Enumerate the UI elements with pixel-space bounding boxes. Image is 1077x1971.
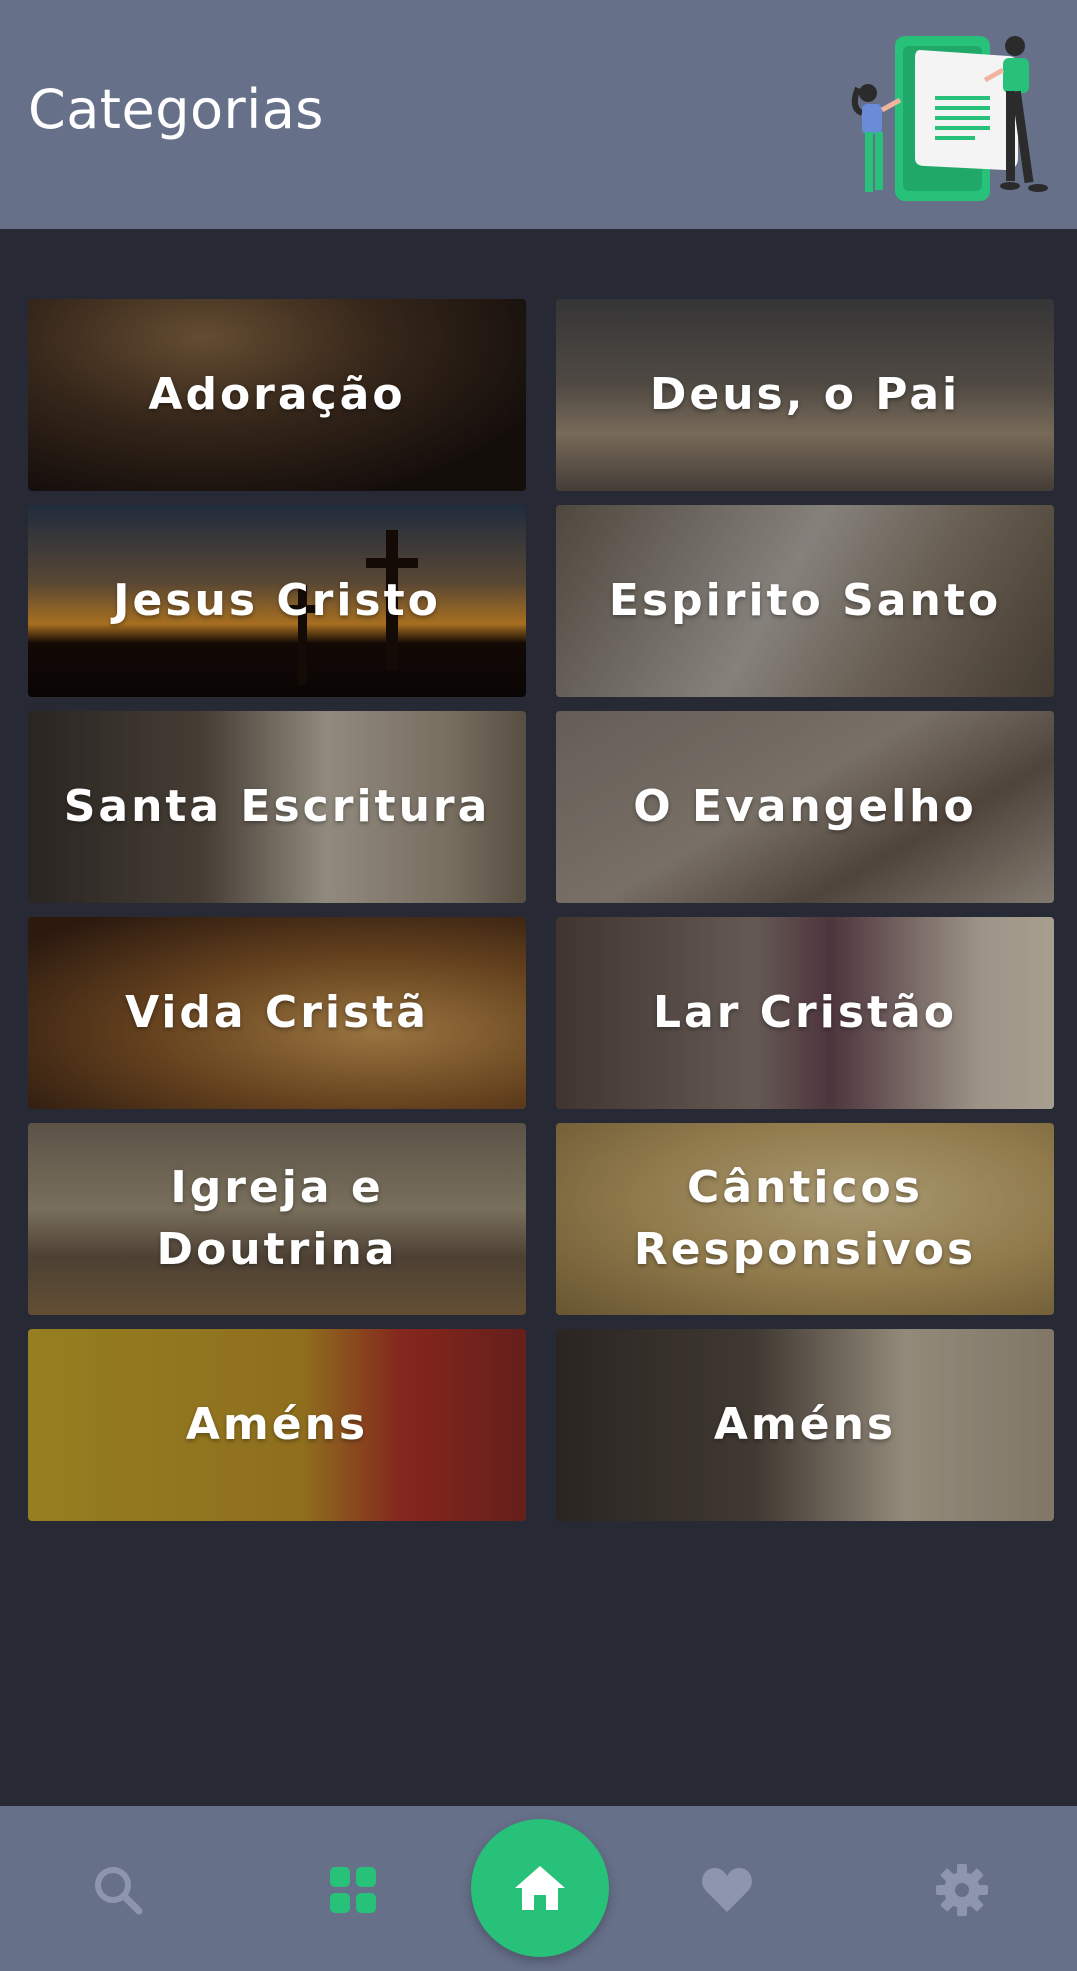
home-button[interactable] [471, 1819, 609, 1957]
category-label: Jesus Cristo [113, 575, 441, 626]
category-card-o-evangelho[interactable]: O Evangelho [556, 711, 1054, 903]
nav-categories-button[interactable] [323, 1860, 383, 1920]
category-label: Deus, o Pai [649, 369, 961, 420]
category-card-igreja-e-doutrina[interactable]: Igreja e Doutrina [28, 1123, 526, 1315]
category-label: Vida Cristã [125, 987, 429, 1038]
category-card-jesus-cristo[interactable]: Jesus Cristo [28, 505, 526, 697]
category-card-vida-crista[interactable]: Vida Cristã [28, 917, 526, 1109]
category-card-amens-1[interactable]: Améns [28, 1329, 526, 1521]
category-card-espirito-santo[interactable]: Espirito Santo [556, 505, 1054, 697]
category-label: Améns [713, 1399, 897, 1450]
category-card-amens-2[interactable]: Améns [556, 1329, 1054, 1521]
search-icon [95, 1867, 143, 1915]
page-title: Categorias [28, 78, 324, 141]
category-label: Igreja e Doutrina [156, 1162, 398, 1275]
nav-settings-button[interactable] [932, 1860, 992, 1920]
grid-icon [330, 1867, 376, 1913]
category-label: Cânticos Responsivos [633, 1162, 977, 1275]
category-label: Améns [185, 1399, 369, 1450]
home-icon [515, 1866, 565, 1910]
category-card-lar-cristao[interactable]: Lar Cristão [556, 917, 1054, 1109]
category-label: Espirito Santo [608, 575, 1002, 626]
people-with-document-illustration [851, 36, 1048, 201]
category-label: Lar Cristão [653, 987, 957, 1038]
gear-icon [936, 1864, 988, 1916]
nav-favorites-button[interactable] [697, 1860, 757, 1920]
category-label: Adoração [148, 369, 406, 420]
category-label: Santa Escritura [63, 781, 491, 832]
category-card-deus-o-pai[interactable]: Deus, o Pai [556, 299, 1054, 491]
category-card-canticos-responsivos[interactable]: Cânticos Responsivos [556, 1123, 1054, 1315]
app-header: Categorias [0, 0, 1077, 229]
category-label: O Evangelho [633, 781, 977, 832]
category-card-adoracao[interactable]: Adoração [28, 299, 526, 491]
category-grid: Adoração Deus, o Pai Jesus Cristo Espiri… [28, 299, 1054, 1521]
category-card-santa-escritura[interactable]: Santa Escritura [28, 711, 526, 903]
nav-search-button[interactable] [88, 1860, 148, 1920]
heart-icon [702, 1868, 752, 1912]
